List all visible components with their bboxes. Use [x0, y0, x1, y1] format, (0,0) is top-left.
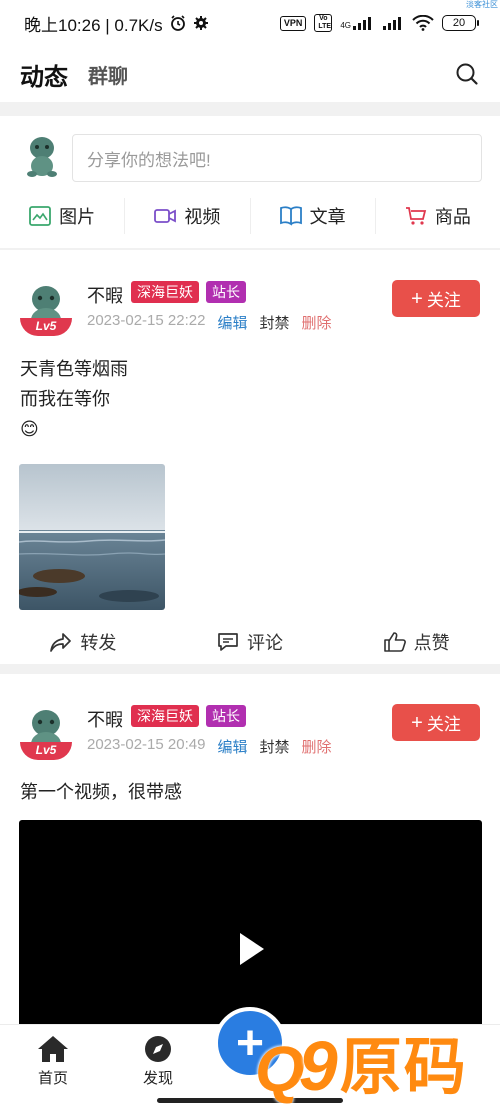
vpn-indicator: VPN: [279, 15, 307, 31]
search-icon: [456, 63, 478, 85]
status-left: 晚上10:26 | 0.7K/s: [24, 11, 209, 36]
repost-button[interactable]: 转发: [0, 622, 167, 662]
post-product-button[interactable]: 商品: [374, 198, 500, 234]
title-badge: 深海巨妖: [131, 705, 199, 727]
book-icon: [279, 206, 302, 226]
user-avatar[interactable]: [22, 134, 62, 178]
nav-discover[interactable]: 发现: [128, 1035, 188, 1088]
post-timestamp: 2023-02-15 20:49: [87, 736, 206, 753]
author-avatar[interactable]: Lv5: [20, 282, 72, 336]
nav-home-label: 首页: [37, 1070, 68, 1087]
network-type: 4G: [340, 16, 374, 30]
video-camera-icon: [154, 209, 177, 223]
post-article-button[interactable]: 文章: [249, 198, 375, 234]
watermark-q: Q: [255, 1033, 305, 1105]
follow-label: 关注: [426, 291, 461, 310]
site-watermark: Q 9 原码: [255, 1016, 468, 1106]
edit-link[interactable]: 编辑: [217, 312, 247, 333]
home-icon: [38, 1036, 68, 1062]
compass-icon: [145, 1036, 171, 1062]
like-label: 点赞: [413, 633, 450, 653]
post-video-button[interactable]: 视频: [124, 198, 249, 234]
status-bar: 晚上10:26 | 0.7K/s VPN Vo LTE 4G 20 淡客社区: [0, 0, 500, 46]
post-line: 天青色等烟雨: [20, 359, 128, 379]
post-photo[interactable]: [19, 464, 165, 610]
post-product-label: 商品: [434, 207, 471, 227]
post-video-label: 视频: [184, 207, 221, 227]
follow-label: 关注: [426, 715, 461, 734]
corner-watermark: 淡客社区: [466, 0, 498, 9]
plus-icon: +: [411, 711, 423, 734]
like-button[interactable]: 点赞: [333, 622, 500, 662]
post-image-button[interactable]: 图片: [0, 198, 124, 234]
repost-label: 转发: [80, 633, 117, 653]
post-body: 第一个视频，很带感: [20, 782, 182, 802]
author-avatar[interactable]: Lv5: [20, 706, 72, 760]
tab-group-chat[interactable]: 群聊: [88, 60, 128, 89]
post-meta: 2023-02-15 20:49 编辑 封禁 删除: [87, 736, 331, 757]
search-button[interactable]: [454, 61, 480, 87]
status-right: VPN Vo LTE 4G 20: [279, 14, 479, 32]
alarm-icon: [170, 15, 185, 31]
role-badge: 站长: [206, 281, 246, 303]
feed-post: Lv5 不暇 深海巨妖 站长 2023-02-15 20:49 编辑 封禁 删除…: [0, 674, 500, 1050]
plus-icon: +: [411, 287, 423, 310]
post-actions: 转发 评论 点赞: [0, 622, 500, 662]
thumbs-up-icon: [383, 632, 406, 652]
play-icon[interactable]: [239, 932, 265, 966]
post-line: 而我在等你: [20, 389, 110, 409]
nav-discover-label: 发现: [142, 1070, 173, 1087]
author-name[interactable]: 不暇: [87, 282, 123, 308]
signal-icon-2: [383, 17, 401, 30]
feed-post: Lv5 不暇 深海巨妖 站长 2023-02-15 22:22 编辑 封禁 删除…: [0, 250, 500, 664]
top-tab-bar: 动态 群聊: [0, 46, 500, 102]
post-article-label: 文章: [309, 207, 346, 227]
follow-button[interactable]: + 关注: [392, 704, 480, 741]
share-icon: [50, 633, 72, 652]
battery-indicator: 20: [442, 15, 479, 31]
watermark-text: 原码: [339, 1033, 468, 1102]
delete-link[interactable]: 删除: [301, 312, 331, 333]
image-icon: [29, 206, 52, 226]
post-body: 天青色等烟雨 而我在等你 😊: [20, 354, 128, 444]
follow-button[interactable]: + 关注: [392, 280, 480, 317]
post-image-label: 图片: [59, 207, 96, 227]
post-emoji: 😊: [20, 419, 39, 439]
title-badge: 深海巨妖: [131, 281, 199, 303]
ban-link[interactable]: 封禁: [259, 312, 289, 333]
post-timestamp: 2023-02-15 22:22: [87, 312, 206, 329]
volte-indicator: Vo LTE: [314, 14, 333, 32]
seascape-photo: [19, 464, 165, 610]
status-time: 晚上10:26 | 0.7K/s: [24, 15, 163, 35]
delete-link[interactable]: 删除: [301, 736, 331, 757]
ban-link[interactable]: 封禁: [259, 736, 289, 757]
wifi-icon: [412, 15, 434, 31]
post-composer: 分享你的想法吧! 图片 视频 文章 商品: [0, 116, 500, 248]
tab-feed[interactable]: 动态: [20, 57, 68, 92]
cart-icon: [405, 207, 427, 225]
share-thought-input[interactable]: 分享你的想法吧!: [72, 134, 482, 182]
share-thought-placeholder: 分享你的想法吧!: [87, 150, 211, 170]
edit-link[interactable]: 编辑: [217, 736, 247, 757]
watermark-9: 9: [298, 1027, 338, 1105]
nav-home[interactable]: 首页: [23, 1035, 83, 1088]
comment-icon: [218, 633, 238, 651]
comment-label: 评论: [247, 633, 283, 653]
comment-button[interactable]: 评论: [167, 622, 334, 662]
role-badge: 站长: [206, 705, 246, 727]
author-name[interactable]: 不暇: [87, 706, 123, 732]
post-meta: 2023-02-15 22:22 编辑 封禁 删除: [87, 312, 331, 333]
composer-actions: 图片 视频 文章 商品: [0, 198, 500, 234]
signal-icon: [353, 17, 371, 30]
settings-icon: [193, 16, 208, 30]
